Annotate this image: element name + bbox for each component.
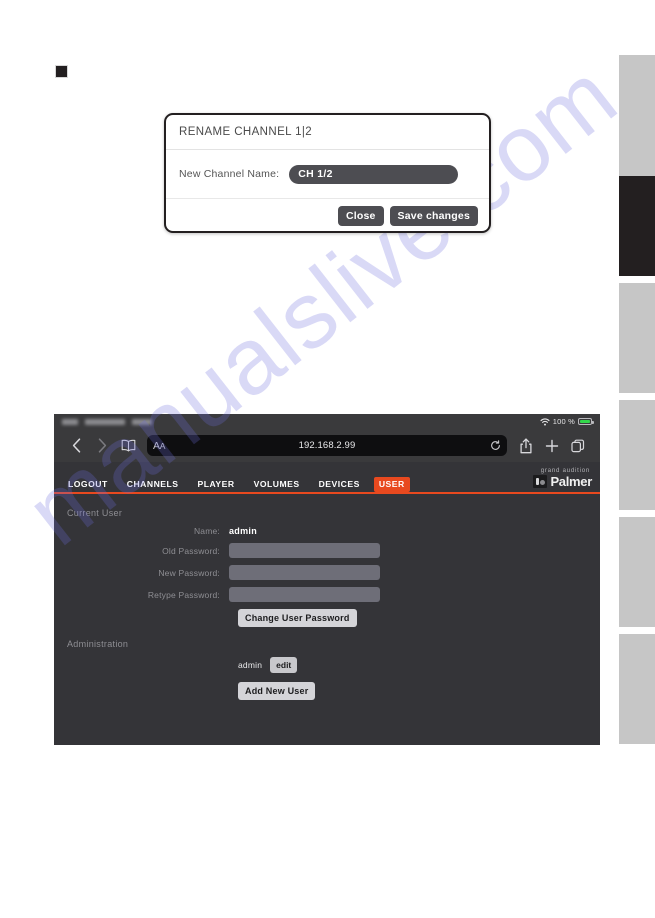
name-label: Name: (193, 526, 220, 536)
side-index-tab-3 (619, 283, 655, 393)
side-index-tab-4 (619, 400, 655, 510)
old-password-input[interactable] (229, 543, 380, 558)
current-user-section-title: Current User (67, 508, 123, 518)
retype-password-label: Retype Password: (147, 589, 220, 600)
dialog-body: New Channel Name: (166, 150, 489, 199)
add-new-user-button[interactable]: Add New User (238, 682, 316, 700)
dialog-title: RENAME CHANNEL 1|2 (179, 126, 313, 138)
new-channel-name-label: New Channel Name: (179, 168, 280, 180)
retype-password-row: Retype Password: (54, 587, 600, 602)
close-button[interactable]: Close (337, 206, 384, 226)
status-bar-left-blurred (62, 418, 152, 425)
old-password-label: Old Password: (162, 545, 220, 556)
app-nav-bar: LOGOUT CHANNELS PLAYER VOLUMES DEVICES U… (54, 462, 600, 492)
side-index-tab-6 (619, 634, 655, 744)
new-channel-name-input[interactable] (289, 164, 459, 184)
nav-item-user[interactable]: USER (373, 477, 410, 492)
palmer-logo: grand audition Palmer (533, 468, 592, 489)
change-user-password-button[interactable]: Change User Password (238, 609, 357, 627)
back-icon[interactable] (63, 434, 89, 458)
retype-password-input[interactable] (229, 587, 380, 602)
reload-icon[interactable] (490, 440, 501, 451)
nav-item-logout[interactable]: LOGOUT (63, 477, 113, 492)
admin-user-row: admin edit (54, 657, 600, 673)
new-password-input[interactable] (229, 565, 380, 580)
old-password-row: Old Password: (54, 543, 600, 558)
new-password-row: New Password: (54, 565, 600, 580)
battery-full-icon (578, 418, 594, 425)
admin-user-name: admin (238, 660, 263, 670)
nav-item-player[interactable]: PLAYER (193, 477, 240, 492)
bookmarks-icon[interactable] (115, 434, 141, 458)
administration-section-title: Administration (67, 639, 129, 649)
nav-item-volumes[interactable]: VOLUMES (249, 477, 305, 492)
address-bar[interactable]: AA 192.168.2.99 (147, 435, 507, 456)
new-tab-icon[interactable] (539, 434, 565, 458)
new-password-label: New Password: (158, 567, 220, 578)
side-index-tab-5 (619, 517, 655, 627)
tabs-icon[interactable] (565, 434, 591, 458)
nav-item-channels[interactable]: CHANNELS (122, 477, 184, 492)
url-text: 192.168.2.99 (298, 440, 356, 451)
page-marker-square (55, 65, 68, 78)
save-changes-button[interactable]: Save changes (389, 206, 478, 226)
user-page-body: Current User Name: admin Old Password: N… (54, 494, 600, 700)
ios-status-bar: 100 % (54, 414, 600, 429)
brand-name: Palmer (550, 474, 592, 489)
dialog-header: RENAME CHANNEL 1|2 (166, 115, 489, 150)
name-row: Name: admin (54, 526, 600, 536)
nav-item-devices[interactable]: DEVICES (314, 477, 365, 492)
dialog-footer: Close Save changes (166, 199, 489, 231)
palmer-mark-icon (533, 475, 548, 488)
battery-percent-label: 100 % (552, 417, 575, 426)
safari-toolbar: AA 192.168.2.99 (54, 429, 600, 462)
palmer-web-app: LOGOUT CHANNELS PLAYER VOLUMES DEVICES U… (54, 462, 600, 745)
share-icon[interactable] (513, 434, 539, 458)
add-user-row: Add New User (54, 682, 600, 700)
text-size-button[interactable]: AA (153, 440, 165, 452)
wifi-icon (540, 414, 550, 431)
side-index-tabs (619, 0, 655, 918)
tablet-screenshot: 100 % AA 192.168.2.99 LOGOUT CHANNELS PL… (54, 414, 600, 745)
forward-icon[interactable] (89, 434, 115, 458)
edit-user-button[interactable]: edit (270, 657, 298, 673)
name-value: admin (229, 526, 258, 536)
status-bar-right: 100 % (540, 414, 594, 431)
side-index-tab-2 (619, 176, 655, 276)
change-password-row: Change User Password (54, 609, 600, 627)
rename-channel-dialog: RENAME CHANNEL 1|2 New Channel Name: Clo… (164, 113, 491, 233)
